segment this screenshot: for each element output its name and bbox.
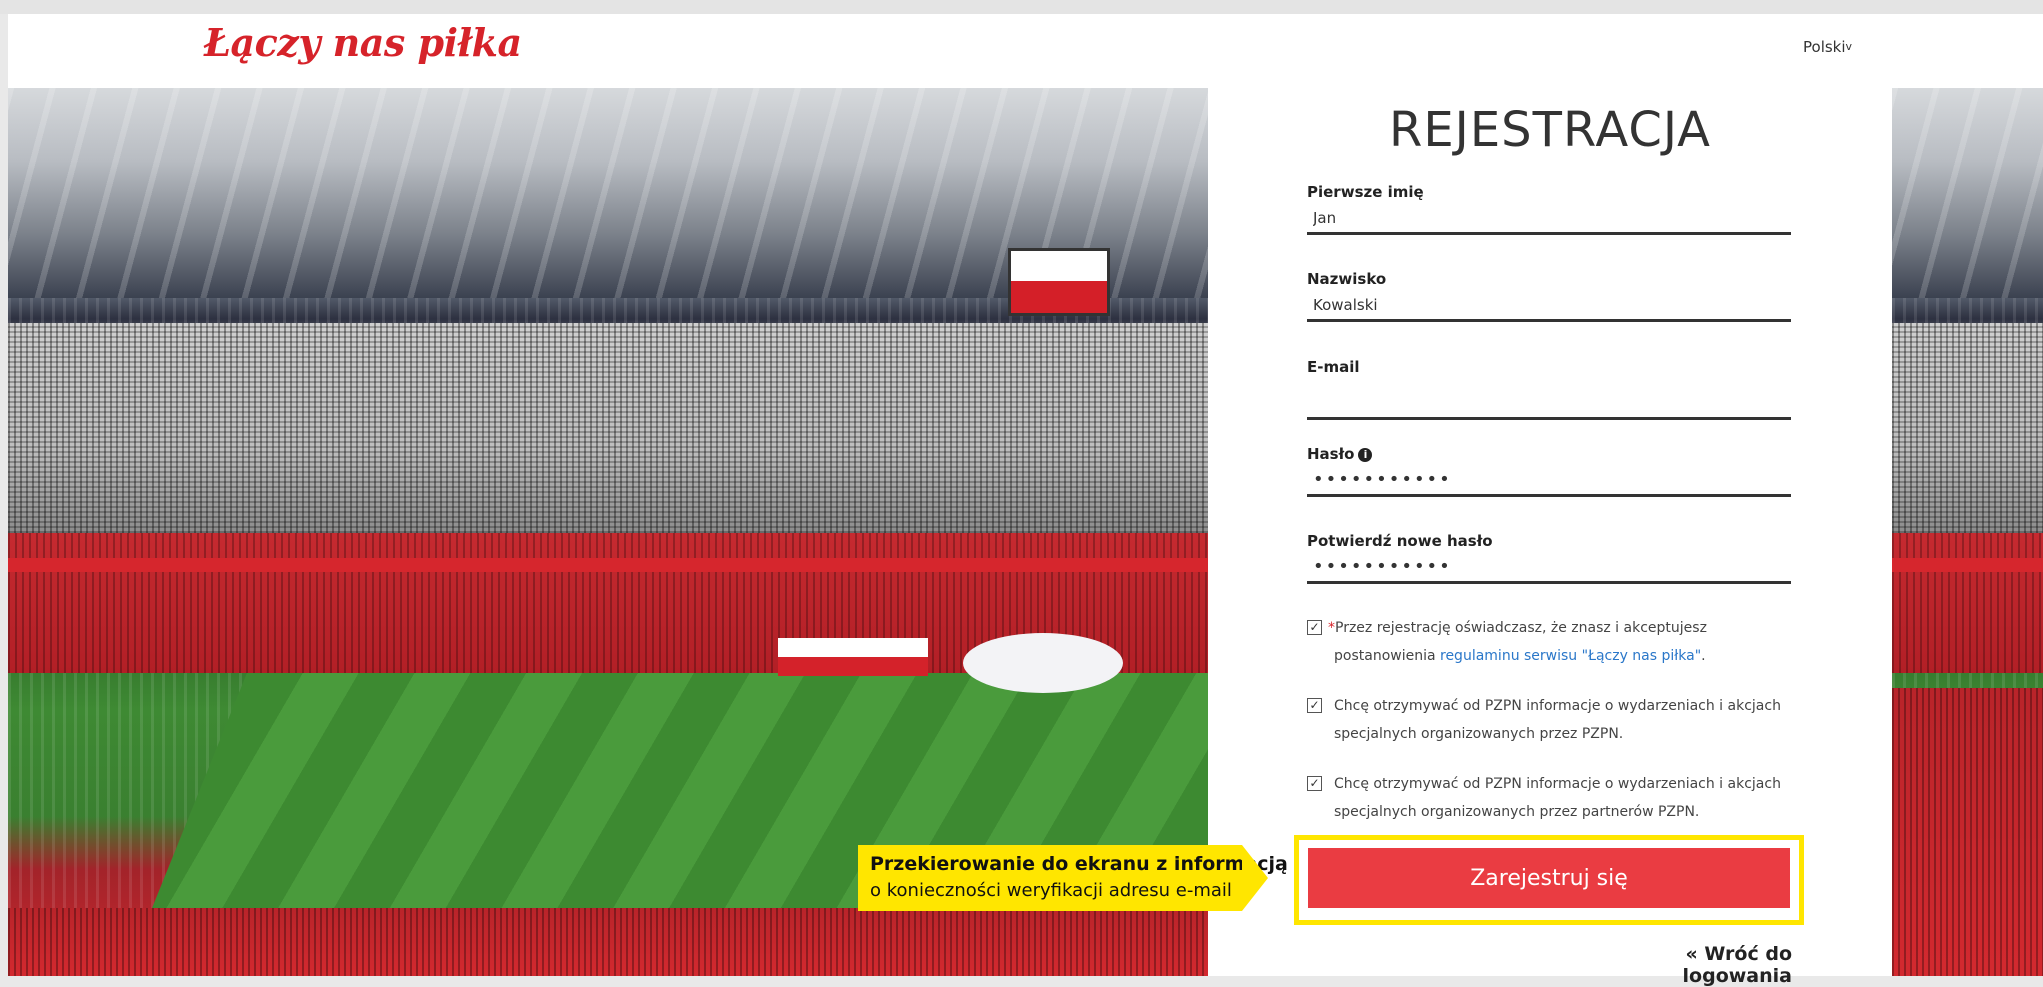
stands-front xyxy=(1892,688,2043,976)
center-circle-banner xyxy=(963,633,1123,693)
consent-partners-checkbox[interactable]: ✓ xyxy=(1307,776,1322,791)
last-name-input[interactable] xyxy=(1307,290,1791,322)
site-logo[interactable]: Łączy nas piłka xyxy=(204,20,522,65)
callout-body: Przekierowanie do ekranu z informacją o … xyxy=(858,845,1288,911)
first-name-field: Pierwsze imię xyxy=(1307,183,1791,235)
language-label: Polski xyxy=(1803,38,1846,56)
callout-arrow xyxy=(1242,845,1268,911)
password-label: Hasło xyxy=(1307,445,1355,463)
polish-flag xyxy=(778,638,928,676)
password-input[interactable] xyxy=(1307,465,1791,497)
email-field: E-mail xyxy=(1307,358,1791,420)
page-title: REJESTRACJA xyxy=(1388,102,1711,158)
confirm-password-input[interactable] xyxy=(1307,552,1791,584)
consent-partners: ✓ Chcę otrzymywać od PZPN informacje o w… xyxy=(1307,770,1807,826)
confirm-password-field: Potwierdź nowe hasło xyxy=(1307,532,1791,584)
callout-subtitle: o konieczności weryfikacji adresu e-mail xyxy=(870,880,1232,901)
email-input[interactable] xyxy=(1307,378,1791,420)
consent-pzpn-text: Chcę otrzymywać od PZPN informacje o wyd… xyxy=(1334,698,1781,742)
annotation-callout: Przekierowanie do ekranu z informacją o … xyxy=(858,845,1288,911)
callout-title: Przekierowanie do ekranu z informacją xyxy=(870,853,1288,875)
registration-panel: REJESTRACJA Pierwsze imię Nazwisko E-mai… xyxy=(1208,88,1892,987)
terms-link[interactable]: regulaminu serwisu "Łączy nas piłka" xyxy=(1440,648,1701,664)
register-button[interactable]: Zarejestruj się xyxy=(1308,848,1790,908)
stands-upper xyxy=(1892,323,2043,533)
terms-consent: ✓ *Przez rejestrację oświadczasz, że zna… xyxy=(1307,614,1807,670)
info-icon[interactable]: i xyxy=(1358,448,1373,462)
advertising-strip xyxy=(8,558,1208,572)
back-to-login-link[interactable]: « Wróć do logowania xyxy=(1582,943,1792,987)
stadium-background-right xyxy=(1892,88,2043,976)
password-label-row: Hasło i xyxy=(1307,445,1791,465)
consent-pzpn-checkbox[interactable]: ✓ xyxy=(1307,698,1322,713)
language-selector[interactable]: Polskiv xyxy=(1803,38,1852,56)
stadium-roof xyxy=(1892,88,2043,298)
terms-checkbox[interactable]: ✓ xyxy=(1307,620,1322,635)
confirm-password-label: Potwierdź nowe hasło xyxy=(1307,532,1493,550)
last-name-label: Nazwisko xyxy=(1307,270,1387,288)
password-field: Hasło i xyxy=(1307,445,1791,497)
consent-pzpn: ✓ Chcę otrzymywać od PZPN informacje o w… xyxy=(1307,692,1807,748)
terms-text-block: *Przez rejestrację oświadczasz, że znasz… xyxy=(1328,614,1807,670)
top-strip xyxy=(0,0,2043,14)
terms-end: . xyxy=(1701,648,1706,664)
last-name-field: Nazwisko xyxy=(1307,270,1791,322)
stands-lower xyxy=(1892,533,2043,673)
stands-front xyxy=(8,908,1208,976)
first-name-input[interactable] xyxy=(1307,203,1791,235)
first-name-label: Pierwsze imię xyxy=(1307,183,1424,201)
site-header: Łączy nas piłka Polskiv xyxy=(8,14,2043,89)
email-label: E-mail xyxy=(1307,358,1360,376)
stands-upper xyxy=(8,323,1208,533)
required-mark: * xyxy=(1328,620,1335,636)
chevron-down-icon: v xyxy=(1845,40,1853,53)
advertising-strip xyxy=(1892,558,2043,572)
consent-partners-text: Chcę otrzymywać od PZPN informacje o wyd… xyxy=(1334,776,1781,820)
stadium-screen xyxy=(1008,248,1110,316)
stadium-background-left xyxy=(8,88,1208,976)
